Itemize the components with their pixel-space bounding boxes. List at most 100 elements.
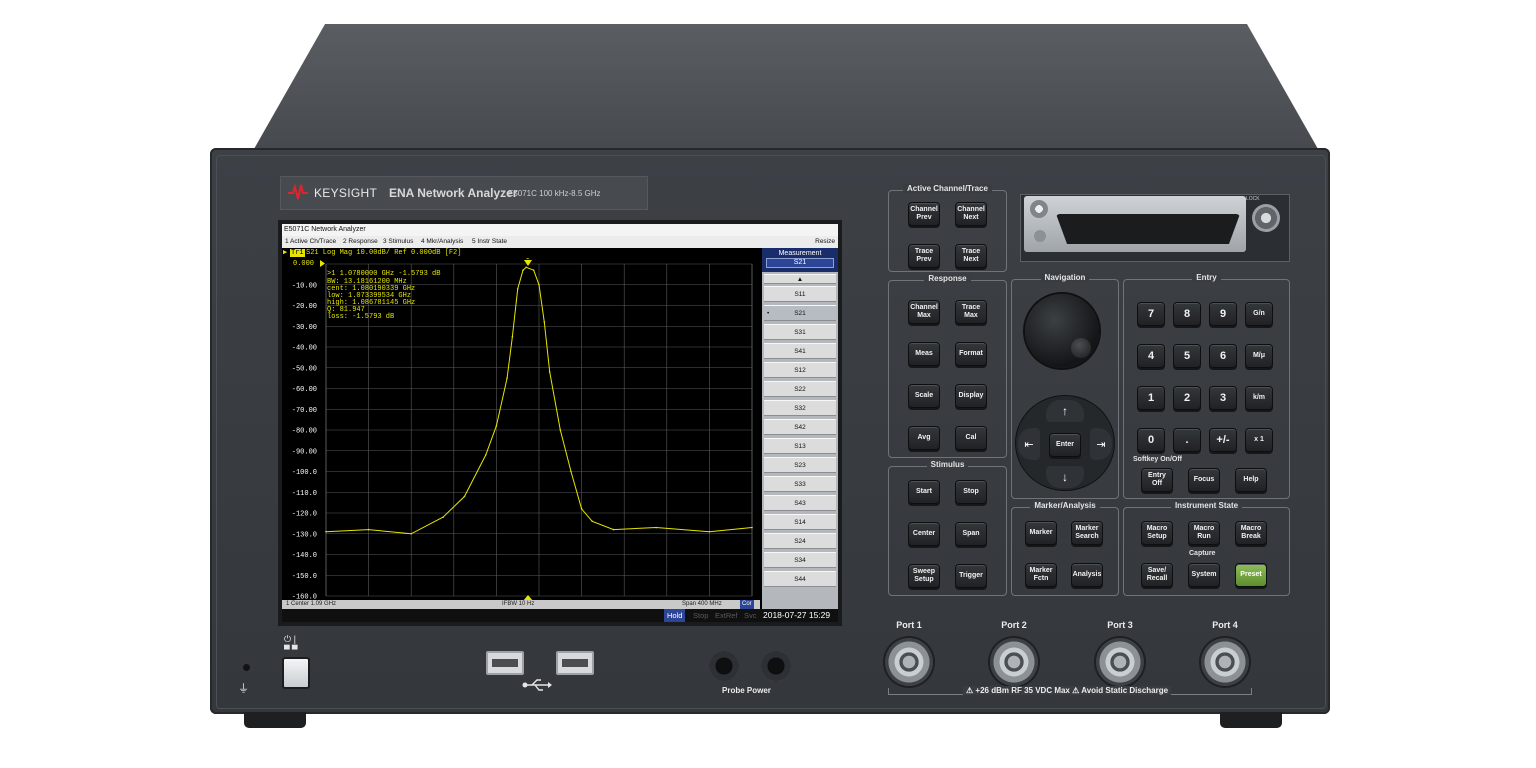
entry-key-k10[interactable]: 3: [1209, 386, 1237, 410]
softkey-s14[interactable]: S14: [764, 514, 836, 530]
menu-stimulus[interactable]: 3 Stimulus: [383, 236, 413, 248]
analysis-button[interactable]: Analysis: [1071, 563, 1103, 587]
menu-instr-state[interactable]: 5 Instr State: [472, 236, 507, 248]
marker-search-button[interactable]: Marker Search: [1071, 521, 1103, 545]
keysight-wave-logo-icon: [288, 184, 308, 200]
status-ifbw: IFBW 10 Hz: [502, 601, 535, 607]
entry-key-k11[interactable]: k/m: [1245, 386, 1273, 410]
cal-button[interactable]: Cal: [955, 426, 987, 450]
softkey-s34[interactable]: S34: [764, 552, 836, 568]
entry-key-k2[interactable]: 9: [1209, 302, 1237, 326]
rotary-knob[interactable]: [1025, 294, 1099, 368]
scale-button[interactable]: Scale: [908, 384, 940, 408]
entry-off-button[interactable]: Entry Off: [1141, 468, 1173, 492]
sweep-setup-button[interactable]: Sweep Setup: [908, 564, 940, 588]
entry-key-k5[interactable]: 5: [1173, 344, 1201, 368]
meas-button[interactable]: Meas: [908, 342, 940, 366]
macro-setup-button[interactable]: Macro Setup: [1141, 521, 1173, 545]
menu-bar: 1 Active Ch/Trace 2 Response 3 Stimulus …: [282, 236, 838, 248]
enter-button[interactable]: Enter: [1049, 433, 1081, 457]
focus-button[interactable]: Focus: [1188, 468, 1220, 492]
warning-triangle-icon: ⚠: [966, 686, 974, 695]
arrow-up-icon[interactable]: ↑: [1046, 400, 1084, 422]
probe-power-connector-1[interactable]: [709, 651, 739, 681]
softkey-s24[interactable]: S24: [764, 533, 836, 549]
s21-data-point: [591, 520, 594, 523]
entry-key-k0[interactable]: 7: [1137, 302, 1165, 326]
entry-key-k7[interactable]: M/μ: [1245, 344, 1273, 368]
y-tick-label: -70.00: [292, 407, 317, 415]
macro-run-button[interactable]: Macro Run: [1188, 521, 1220, 545]
softkey-s23[interactable]: S23: [764, 457, 836, 473]
help-button[interactable]: Help: [1235, 468, 1267, 492]
lock-icon[interactable]: [1252, 204, 1280, 232]
channel-next-button[interactable]: Channel Next: [955, 202, 987, 226]
menu-mkr-analysis[interactable]: 4 Mkr/Analysis: [421, 236, 463, 248]
s21-data-point: [548, 371, 551, 373]
entry-key-k14[interactable]: +/-: [1209, 428, 1237, 452]
system-button[interactable]: System: [1188, 563, 1220, 587]
probe-power-connector-2[interactable]: [761, 651, 791, 681]
trigger-button[interactable]: Trigger: [955, 564, 987, 588]
resize-button[interactable]: Resize: [815, 236, 835, 248]
trace-max-button[interactable]: Trace Max: [955, 300, 987, 324]
trace-tag[interactable]: Tr1: [290, 249, 305, 257]
entry-key-k12[interactable]: 0: [1137, 428, 1165, 452]
entry-key-k8[interactable]: 1: [1137, 386, 1165, 410]
softkey-s21[interactable]: • S21: [764, 305, 836, 321]
y-tick-label: -60.00: [292, 386, 317, 394]
entry-key-x1[interactable]: x 1: [1245, 428, 1273, 452]
port-1-connector[interactable]: [885, 638, 933, 686]
softkey-scroll-up-icon[interactable]: ▲: [764, 274, 836, 284]
softkey-s41[interactable]: S41: [764, 343, 836, 359]
softkey-s32[interactable]: S32: [764, 400, 836, 416]
arrow-down-icon[interactable]: ↓: [1046, 466, 1084, 488]
brand-model: ENA Network Analyzer: [389, 186, 518, 200]
arrow-left-icon[interactable]: ⇤: [1018, 428, 1040, 460]
marker-button[interactable]: Marker: [1025, 521, 1057, 545]
entry-key-k13[interactable]: .: [1173, 428, 1201, 452]
status-cor-badge: Cor: [740, 600, 754, 609]
preset-button[interactable]: Preset: [1235, 563, 1267, 587]
span-button[interactable]: Span: [955, 522, 987, 546]
entry-key-k4[interactable]: 4: [1137, 344, 1165, 368]
center-button[interactable]: Center: [908, 522, 940, 546]
entry-key-k3[interactable]: G/n: [1245, 302, 1273, 326]
db-connector[interactable]: [1056, 214, 1240, 244]
port-2-connector[interactable]: [990, 638, 1038, 686]
usb-port-2[interactable]: [556, 651, 594, 675]
softkey-s44[interactable]: S44: [764, 571, 836, 587]
softkey-s33[interactable]: S33: [764, 476, 836, 492]
port-3-connector[interactable]: [1096, 638, 1144, 686]
group-active-channel-trace: Active Channel/Trace: [888, 184, 1007, 272]
menu-response[interactable]: 2 Response: [343, 236, 378, 248]
softkey-s13[interactable]: S13: [764, 438, 836, 454]
port-4-connector[interactable]: [1201, 638, 1249, 686]
power-button[interactable]: [282, 657, 310, 689]
group-title: Response: [924, 274, 971, 283]
menu-active-ch-trace[interactable]: 1 Active Ch/Trace: [285, 236, 336, 248]
softkey-s12[interactable]: S12: [764, 362, 836, 378]
display-button[interactable]: Display: [955, 384, 987, 408]
softkey-s22[interactable]: S22: [764, 381, 836, 397]
marker-fctn-button[interactable]: Marker Fctn: [1025, 563, 1057, 587]
channel-prev-button[interactable]: Channel Prev: [908, 202, 940, 226]
softkey-s42[interactable]: S42: [764, 419, 836, 435]
start-button[interactable]: Start: [908, 480, 940, 504]
jack-screw-icon: [1034, 230, 1046, 242]
save-recall-button[interactable]: Save/ Recall: [1141, 563, 1173, 587]
entry-key-k1[interactable]: 8: [1173, 302, 1201, 326]
trace-prev-button[interactable]: Trace Prev: [908, 244, 940, 268]
entry-key-k9[interactable]: 2: [1173, 386, 1201, 410]
usb-port-1[interactable]: [486, 651, 524, 675]
macro-break-button[interactable]: Macro Break: [1235, 521, 1267, 545]
stop-button[interactable]: Stop: [955, 480, 987, 504]
softkey-s43[interactable]: S43: [764, 495, 836, 511]
entry-key-k6[interactable]: 6: [1209, 344, 1237, 368]
avg-button[interactable]: Avg: [908, 426, 940, 450]
format-button[interactable]: Format: [955, 342, 987, 366]
trace-next-button[interactable]: Trace Next: [955, 244, 987, 268]
softkey-s31[interactable]: S31: [764, 324, 836, 340]
channel-max-button[interactable]: Channel Max: [908, 300, 940, 324]
softkey-s11[interactable]: S11: [764, 286, 836, 302]
